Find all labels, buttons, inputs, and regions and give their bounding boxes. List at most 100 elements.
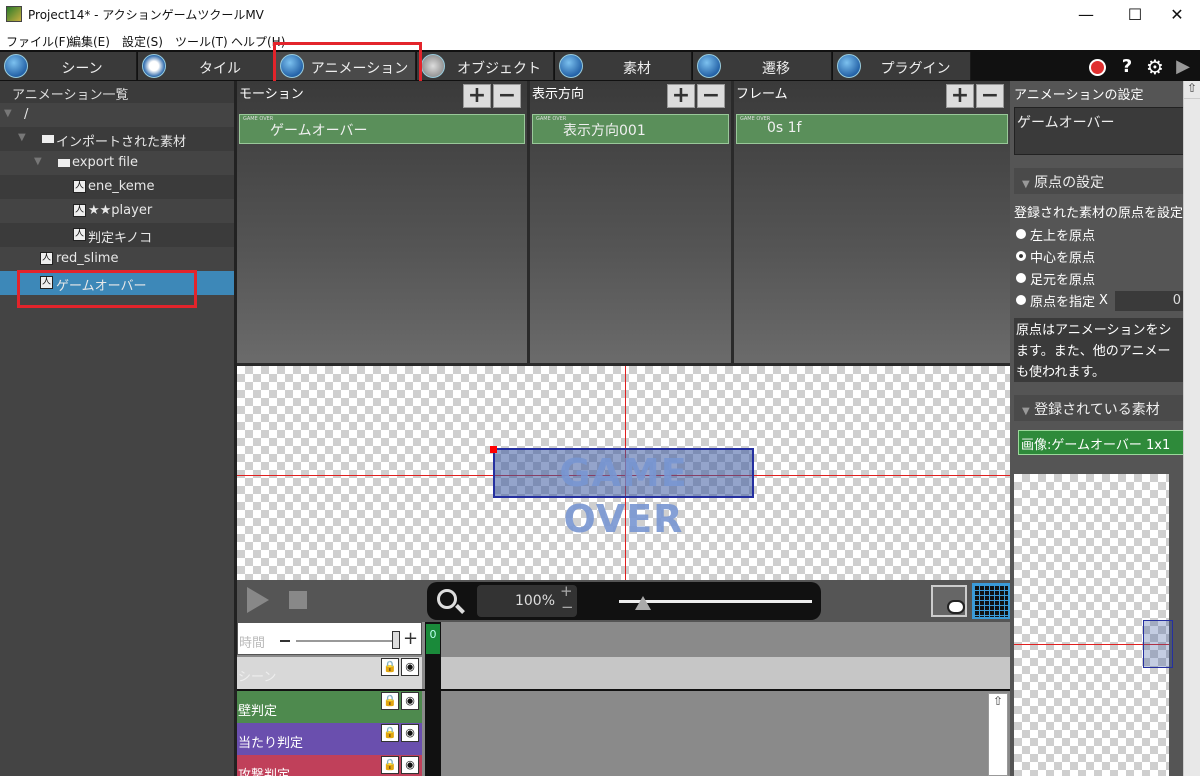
gear-icon[interactable]: ⚙ — [1144, 56, 1166, 78]
radio-top-left-label: 左上を原点 — [1030, 229, 1096, 244]
eye-icon[interactable]: ◉ — [401, 658, 419, 676]
tab-scene[interactable]: シーン — [0, 52, 137, 80]
animation-canvas[interactable]: GAME OVER — [237, 366, 1010, 580]
origin-section-header[interactable]: ▼ 原点の設定 — [1014, 168, 1200, 194]
tab-plugin[interactable]: プラグイン — [833, 52, 971, 80]
folder-icon — [42, 135, 54, 143]
timeline-scrollbar[interactable]: ⇧ — [988, 693, 1008, 776]
frame-marker[interactable]: 0 — [426, 624, 440, 654]
animation-settings-panel: アニメーションの設定 ゲームオーバー ▼ 原点の設定 登録された素材の原点を設定… — [1010, 81, 1200, 776]
help-button[interactable]: ? — [1116, 56, 1138, 78]
tree-root[interactable]: ▼ / — [0, 103, 234, 127]
time-plus-icon[interactable]: + — [403, 628, 418, 649]
radio-center[interactable] — [1016, 251, 1026, 261]
timeline-header-row — [441, 622, 1010, 657]
menu-tools[interactable]: ツール(T) — [175, 33, 228, 50]
asset-item[interactable]: 画像:ゲームオーバー 1x1 — [1018, 430, 1198, 455]
tree-item[interactable]: ▼ export file — [0, 151, 234, 175]
assets-section-header[interactable]: ▼ 登録されている素材 — [1014, 395, 1200, 421]
add-direction-button[interactable]: + — [667, 84, 695, 108]
direction-item[interactable]: GAME OVER 表示方向001 — [532, 114, 729, 144]
add-motion-button[interactable]: + — [463, 84, 491, 108]
scroll-up-icon[interactable]: ⇧ — [989, 694, 1007, 708]
tab-tile[interactable]: タイル — [138, 52, 275, 80]
animation-name-field[interactable]: ゲームオーバー — [1014, 107, 1194, 155]
timeline-tracks-area[interactable] — [441, 691, 1010, 776]
remove-direction-button[interactable]: − — [697, 84, 725, 108]
radio-feet-label: 足元を原点 — [1030, 273, 1096, 288]
record-icon[interactable] — [1089, 59, 1106, 76]
folder-icon — [58, 159, 70, 167]
time-label: 時間 — [239, 636, 266, 651]
time-minus-icon[interactable] — [280, 640, 290, 642]
lock-icon[interactable]: 🔒 — [381, 724, 399, 742]
right-panel-scrollbar[interactable]: ⇧ — [1183, 81, 1200, 776]
radio-custom[interactable] — [1016, 295, 1026, 305]
lock-icon[interactable]: 🔒 — [381, 692, 399, 710]
help-line: ます。また、他のアニメー — [1016, 344, 1171, 359]
lock-icon[interactable]: 🔒 — [381, 658, 399, 676]
timeline-panel: 時間 + 0 シーン 🔒 ◉ 壁判定 🔒 ◉ 当たり判定 🔒 ◉ 攻撃判定 🔒 … — [237, 622, 1010, 776]
time-slider[interactable] — [296, 640, 394, 642]
track-wall[interactable]: 壁判定 🔒 ◉ — [237, 691, 422, 723]
animation-icon: 人 — [40, 276, 53, 289]
expand-icon[interactable]: ▼ — [4, 108, 12, 119]
add-frame-button[interactable]: + — [946, 84, 974, 108]
zoom-minus-button[interactable]: − — [561, 598, 574, 616]
motion-thumb: GAME OVER — [243, 116, 274, 122]
tree-item[interactable]: 人 ★★player — [0, 199, 234, 223]
eye-icon[interactable]: ◉ — [401, 692, 419, 710]
tree-item[interactable]: 人 red_slime — [0, 247, 234, 271]
play-icon[interactable]: ▶ — [1172, 56, 1194, 78]
animation-icon: 人 — [73, 228, 86, 241]
tree-item[interactable]: 人 判定キノコ — [0, 223, 234, 247]
tab-animation-label: アニメーション — [310, 61, 409, 77]
time-scale-control: 時間 + — [237, 622, 422, 655]
lock-icon[interactable]: 🔒 — [381, 756, 399, 774]
track-scene[interactable]: シーン 🔒 ◉ — [237, 657, 422, 689]
animation-list-panel: アニメーション一覧 ▼ / ▼ インポートされた素材 ▼ export file… — [0, 81, 234, 776]
tree-item-selected[interactable]: 人 ゲームオーバー — [0, 271, 234, 295]
motion-item-label: ゲームオーバー — [270, 123, 368, 139]
expand-icon[interactable]: ▼ — [34, 156, 42, 167]
eye-icon[interactable]: ◉ — [401, 756, 419, 774]
timeline-scene-row[interactable] — [441, 657, 1010, 689]
track-name: 当たり判定 — [238, 736, 304, 751]
tab-scene-label: シーン — [61, 61, 103, 77]
expand-icon[interactable]: ▼ — [18, 132, 26, 143]
menu-edit[interactable]: 編集(E) — [69, 33, 110, 50]
remove-frame-button[interactable]: − — [976, 84, 1004, 108]
radio-feet[interactable] — [1016, 273, 1026, 283]
grid-icon[interactable] — [972, 583, 1010, 619]
track-attack[interactable]: 攻撃判定 🔒 ◉ — [237, 755, 422, 776]
maximize-button[interactable]: ☐ — [1112, 0, 1158, 30]
minimize-button[interactable]: — — [1063, 0, 1109, 30]
menu-settings[interactable]: 設定(S) — [122, 33, 163, 50]
stop-icon[interactable] — [289, 591, 307, 609]
tree-item[interactable]: ▼ インポートされた素材 — [0, 127, 234, 151]
motion-item[interactable]: GAME OVER ゲームオーバー — [239, 114, 525, 144]
zoom-slider-thumb[interactable] — [635, 596, 651, 610]
x-label: X — [1099, 293, 1108, 308]
radio-top-left[interactable] — [1016, 229, 1026, 239]
tab-animation[interactable]: アニメーション — [276, 52, 416, 80]
tab-transition[interactable]: 遷移 — [693, 52, 832, 80]
game-over-sprite[interactable]: GAME OVER — [493, 448, 754, 541]
close-button[interactable]: ✕ — [1154, 0, 1200, 30]
track-hit[interactable]: 当たり判定 🔒 ◉ — [237, 723, 422, 755]
tree-root-label: / — [24, 107, 29, 122]
tab-asset[interactable]: 素材 — [555, 52, 692, 80]
origin-marker[interactable] — [490, 446, 497, 453]
play-icon[interactable] — [247, 587, 269, 613]
frame-item[interactable]: GAME OVER 0s 1f — [736, 114, 1008, 144]
remove-motion-button[interactable]: − — [493, 84, 521, 108]
animation-icon: 人 — [73, 204, 86, 217]
menu-file[interactable]: ファイル(F) — [6, 33, 70, 50]
track-name: シーン — [238, 670, 277, 685]
scroll-up-icon[interactable]: ⇧ — [1184, 81, 1200, 99]
tab-object[interactable]: オブジェクト — [417, 52, 554, 80]
tree-item[interactable]: 人 ene_keme — [0, 175, 234, 199]
time-slider-thumb[interactable] — [392, 631, 400, 649]
eye-icon[interactable]: ◉ — [401, 724, 419, 742]
menu-help[interactable]: ヘルプ(H) — [231, 33, 285, 50]
